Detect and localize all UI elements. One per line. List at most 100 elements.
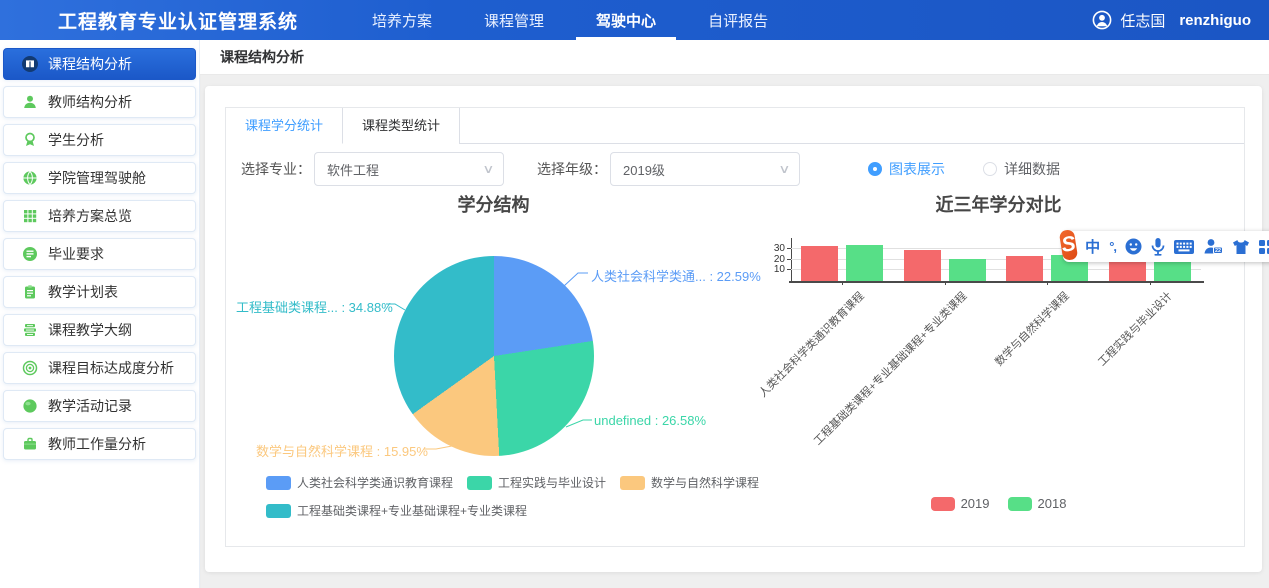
sidebar-item-course-syllabus[interactable]: 课程教学大纲 [3,314,196,346]
legend-item[interactable]: 数学与自然科学课程 [620,474,759,491]
tabs-header: 课程学分统计 课程类型统计 [226,108,1244,144]
user-account: renzhiguo [1179,12,1251,29]
microphone-icon[interactable] [1151,238,1165,256]
grade-select[interactable]: 2019级 ∨ [610,152,800,186]
legend-item[interactable]: 2018 [1008,496,1067,511]
x-tick [1150,281,1151,285]
teacher-icon [22,94,38,110]
nav-item-training-plan[interactable]: 培养方案 [346,0,458,40]
sphere-icon [22,398,38,414]
pie[interactable] [394,256,594,456]
x-axis-line [789,281,1204,283]
y-tick-label: 30 [761,243,785,254]
tab-course-type-stats[interactable]: 课程类型统计 [343,108,460,144]
menu-grid-icon[interactable] [1259,240,1269,254]
y-tick-label: 10 [761,264,785,275]
book-icon [22,56,38,72]
tab-course-credit-stats[interactable]: 课程学分统计 [226,108,343,144]
y-tick [787,269,791,270]
grade-select-value: 2019级 [623,160,665,179]
punctuation-icon[interactable]: °, [1109,239,1116,254]
legend-swatch [266,476,291,490]
breadcrumb: 课程结构分析 [220,47,304,67]
bar-2019[interactable] [1006,256,1043,281]
major-select[interactable]: 软件工程 ∨ [314,152,504,186]
app-root: 工程教育专业认证管理系统 培养方案 课程管理 驾驶中心 自评报告 任志国 ren… [0,0,1269,588]
radio-unselected-icon [983,162,997,176]
x-category-label: 人类社会科学类通识教育课程 [755,288,867,400]
legend-item[interactable]: 工程实践与毕业设计 [467,474,606,491]
graduation-book-icon [22,246,38,262]
chevron-down-icon: ∨ [778,162,790,176]
sidebar-item-course-goal-achievement[interactable]: 课程目标达成度分析 [3,352,196,384]
legend-swatch [931,497,955,511]
skin-shirt-icon[interactable] [1232,239,1250,255]
pie-callout-engineering-basic: 工程基础类课程... : 34.88% [236,297,386,316]
y-tick [787,248,791,249]
user-name: 任志国 [1120,10,1165,31]
sidebar-item-teaching-activity-log[interactable]: 教学活动记录 [3,390,196,422]
globe-icon [22,170,38,186]
radio-chart-display[interactable]: 图表展示 [868,159,945,179]
nav-item-self-report[interactable]: 自评报告 [682,0,794,40]
user-menu[interactable]: 任志国 renzhiguo [1092,0,1251,40]
bar-chart-title: 近三年学分对比 [756,191,1241,217]
svg-text:22: 22 [1215,248,1221,254]
sidebar-item-student-analysis[interactable]: 学生分析 [3,124,196,156]
bar-2019[interactable] [801,246,838,281]
app-title: 工程教育专业认证管理系统 [58,7,298,34]
nav-item-course-management[interactable]: 课程管理 [458,0,570,40]
legend-item[interactable]: 人类社会科学类通识教育课程 [266,474,453,491]
x-tick [842,281,843,285]
radio-detail-data[interactable]: 详细数据 [983,159,1060,179]
nav-menu: 培养方案 课程管理 驾驶中心 自评报告 [346,0,794,40]
major-label: 选择专业： [241,159,311,179]
filter-row: 选择专业： 软件工程 ∨ 选择年级： 2019级 ∨ 图表展示 详细数据 [226,151,1244,187]
briefcase-icon [22,436,38,452]
sidebar-item-college-cockpit[interactable]: 学院管理驾驶舱 [3,162,196,194]
legend-swatch [467,476,492,490]
legend-swatch [1008,497,1032,511]
display-mode-radios: 图表展示 详细数据 [868,159,1060,179]
legend-item[interactable]: 工程基础类课程+专业基础课程+专业类课程 [266,502,527,519]
people-count-icon[interactable]: 22 [1203,238,1223,255]
pie-legend-row-2: 工程基础类课程+专业基础课程+专业类课程 [266,502,541,519]
x-tick [945,281,946,285]
chinese-mode-icon[interactable]: 中 [1085,236,1100,257]
legend-item[interactable]: 2019 [931,496,990,511]
books-icon [22,322,38,338]
nav-item-dashboard-center[interactable]: 驾驶中心 [570,0,682,40]
sidebar-item-training-plan-overview[interactable]: 培养方案总览 [3,200,196,232]
sidebar-item-teacher-structure[interactable]: 教师结构分析 [3,86,196,118]
target-icon [22,360,38,376]
major-select-value: 软件工程 [327,160,379,179]
keyboard-icon[interactable] [1174,240,1194,254]
emoji-icon[interactable] [1125,238,1142,255]
radio-selected-icon [868,162,882,176]
pie-callout-undefined: undefined : 26.58% [594,413,706,428]
bar-legend: 2019 2018 [756,496,1241,511]
chevron-down-icon: ∨ [482,162,494,176]
statistics-card: 课程学分统计 课程类型统计 选择专业： 软件工程 ∨ 选择年级： 2019级 ∨… [225,107,1245,547]
sidebar-item-teacher-workload[interactable]: 教师工作量分析 [3,428,196,460]
pie-callout-humanities: 人类社会科学类通... : 22.59% [591,266,761,285]
x-category-label: 数学与自然科学课程 [991,288,1072,369]
bar-2018[interactable] [846,245,883,281]
y-tick [787,259,791,260]
sidebar: 课程结构分析 教师结构分析 学生分析 学院管理驾驶舱 培养方案总览 [0,40,200,588]
pie-callout-math-science: 数学与自然科学课程 : 15.95% [256,441,422,460]
bar-2018[interactable] [949,259,986,281]
x-category-label: 工程实践与毕业设计 [1094,288,1175,369]
sidebar-item-teaching-plan-table[interactable]: 教学计划表 [3,276,196,308]
bar-2019[interactable] [904,250,941,281]
sidebar-item-course-structure[interactable]: 课程结构分析 [3,48,196,80]
y-tick-label: 20 [761,254,785,265]
x-tick [1047,281,1048,285]
grid-icon [22,208,38,224]
avatar-icon [1092,10,1112,30]
legend-swatch [266,504,291,518]
sidebar-item-graduation-requirements[interactable]: 毕业要求 [3,238,196,270]
legend-swatch [620,476,645,490]
top-navbar: 工程教育专业认证管理系统 培养方案 课程管理 驾驶中心 自评报告 任志国 ren… [0,0,1269,40]
student-medal-icon [22,132,38,148]
